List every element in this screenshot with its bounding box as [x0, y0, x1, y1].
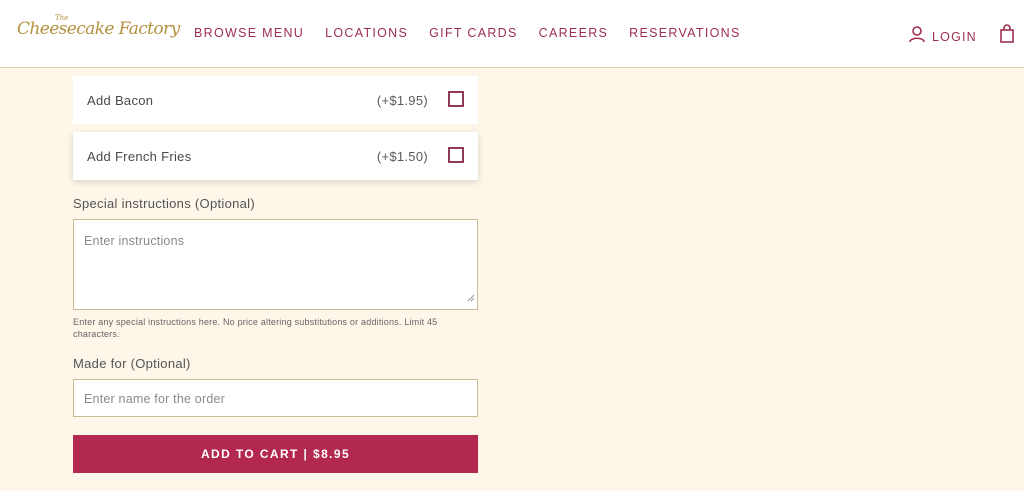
addon-checkbox[interactable] — [448, 91, 464, 107]
main-nav: BROWSE MENU LOCATIONS GIFT CARDS CAREERS… — [194, 26, 762, 40]
resize-grip-icon[interactable] — [467, 289, 475, 307]
nav-reservations[interactable]: RESERVATIONS — [629, 26, 740, 40]
special-instructions-label: Special instructions (Optional) — [73, 196, 255, 211]
special-instructions-placeholder: Enter instructions — [84, 234, 185, 248]
login-label: LOGIN — [932, 29, 977, 44]
site-header: The Cheesecake Factory BROWSE MENU LOCAT… — [0, 0, 1024, 68]
nav-locations[interactable]: LOCATIONS — [325, 26, 408, 40]
addon-checkbox[interactable] — [448, 147, 464, 163]
made-for-label: Made for (Optional) — [73, 356, 191, 371]
addon-name: Add French Fries — [87, 149, 192, 164]
nav-gift-cards[interactable]: GIFT CARDS — [429, 26, 517, 40]
nav-careers[interactable]: CAREERS — [539, 26, 609, 40]
addon-price: (+$1.95) — [376, 93, 428, 108]
nav-browse-menu[interactable]: BROWSE MENU — [194, 26, 304, 40]
addon-price: (+$1.50) — [376, 149, 428, 164]
shopping-bag-icon[interactable] — [999, 24, 1015, 49]
user-icon — [908, 25, 926, 48]
made-for-placeholder: Enter name for the order — [84, 392, 225, 406]
logo-wordmark: Cheesecake Factory — [17, 19, 180, 39]
addon-option-french-fries[interactable]: Add French Fries (+$1.50) — [73, 132, 478, 180]
addon-option-bacon[interactable]: Add Bacon (+$1.95) — [73, 76, 478, 124]
cheesecake-factory-logo[interactable]: The Cheesecake Factory — [17, 14, 180, 48]
special-instructions-helper: Enter any special instructions here. No … — [73, 317, 438, 339]
addon-name: Add Bacon — [87, 93, 154, 108]
special-instructions-textarea[interactable]: Enter instructions — [73, 219, 478, 310]
made-for-input[interactable]: Enter name for the order — [73, 379, 478, 417]
login-link[interactable]: LOGIN — [908, 25, 977, 48]
add-to-cart-button[interactable]: ADD TO CART | $8.95 — [73, 435, 478, 473]
